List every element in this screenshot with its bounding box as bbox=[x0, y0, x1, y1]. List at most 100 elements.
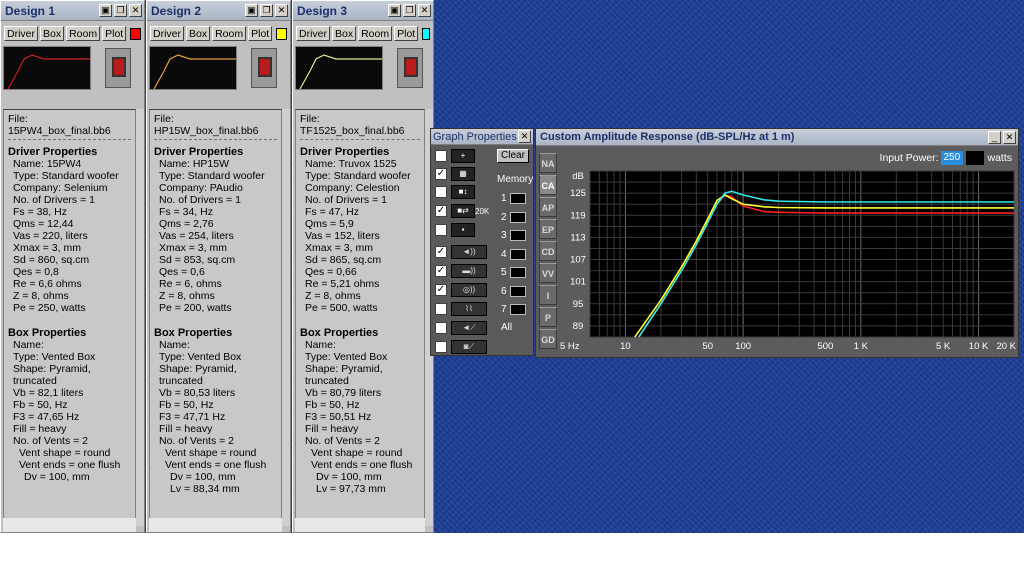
tab-gd[interactable]: GD bbox=[539, 329, 557, 349]
memory-slot-box[interactable] bbox=[509, 211, 526, 223]
vent-property: Dv = 100, mm bbox=[24, 471, 90, 483]
tab-p[interactable]: P bbox=[539, 307, 557, 327]
tab-cd[interactable]: CD bbox=[539, 241, 557, 261]
graph-option-row: ▪ bbox=[435, 223, 475, 237]
copy-icon[interactable]: ❐ bbox=[260, 4, 273, 17]
driver-property: Sd = 865, sq.cm bbox=[305, 254, 382, 266]
close-icon[interactable]: ✕ bbox=[1003, 130, 1016, 144]
save-icon[interactable]: ▣ bbox=[245, 4, 258, 17]
minimize-icon[interactable]: _ bbox=[988, 130, 1001, 144]
memory-slot-box[interactable] bbox=[509, 230, 526, 241]
design-tabs: Driver Box Room Plot bbox=[293, 21, 433, 44]
input-power-unit: watts bbox=[987, 152, 1012, 164]
vent-property: Vent ends = one flush bbox=[165, 459, 267, 471]
all-memory-button[interactable]: All bbox=[501, 322, 512, 333]
tab-ep[interactable]: EP bbox=[539, 219, 557, 239]
tab-room[interactable]: Room bbox=[358, 26, 393, 41]
box-properties-heading: Box Properties bbox=[8, 327, 87, 339]
tab-plot[interactable]: Plot bbox=[394, 26, 419, 41]
save-icon[interactable]: ▣ bbox=[388, 4, 401, 17]
memory-slot[interactable]: 6 bbox=[501, 285, 526, 297]
design-window-3: Design 3 ▣ ❐ ✕ Driver Box Room Plot File: T… bbox=[292, 0, 434, 533]
memory-slot[interactable]: 3 bbox=[501, 230, 526, 241]
response-thumbnail[interactable] bbox=[3, 46, 91, 90]
graph-option-checkbox[interactable]: ✓ bbox=[435, 168, 447, 180]
design-titlebar[interactable]: Design 3 ▣ ❐ ✕ bbox=[293, 1, 433, 21]
graph-option-checkbox[interactable] bbox=[435, 341, 447, 353]
response-thumbnail[interactable] bbox=[295, 46, 383, 90]
box-property: Type: Vented Box bbox=[305, 351, 388, 363]
memory-slot-box[interactable] bbox=[509, 248, 526, 260]
copy-icon[interactable]: ❐ bbox=[403, 4, 416, 17]
tab-driver[interactable]: Driver bbox=[150, 26, 184, 41]
plot-color-swatch[interactable] bbox=[422, 27, 430, 40]
driver-property: Qms = 2,76 bbox=[159, 218, 214, 230]
tab-i[interactable]: I bbox=[539, 285, 557, 305]
amplitude-response-titlebar[interactable]: Custom Amplitude Response (dB-SPL/Hz at … bbox=[536, 129, 1018, 146]
input-power-spinner[interactable] bbox=[966, 151, 985, 165]
tab-plot[interactable]: Plot bbox=[102, 26, 127, 41]
save-icon[interactable]: ▣ bbox=[99, 4, 112, 17]
design-tabs: Driver Box Room Plot bbox=[147, 21, 290, 44]
tab-box[interactable]: Box bbox=[332, 26, 357, 41]
plot-color-swatch[interactable] bbox=[130, 27, 141, 40]
tab-room[interactable]: Room bbox=[66, 26, 101, 41]
speaker-icon[interactable] bbox=[251, 48, 277, 88]
memory-slot-box[interactable] bbox=[509, 267, 526, 278]
input-power-field[interactable]: 250 bbox=[941, 151, 964, 165]
close-icon[interactable]: ✕ bbox=[275, 4, 288, 17]
driver-property: Z = 8, ohms bbox=[159, 290, 215, 302]
tab-box[interactable]: Box bbox=[186, 26, 211, 41]
tab-driver[interactable]: Driver bbox=[4, 26, 38, 41]
graph-option-checkbox[interactable] bbox=[435, 150, 447, 162]
graph-option-checkbox[interactable] bbox=[435, 322, 447, 334]
vent-velocity-icon: ◎)) bbox=[451, 283, 487, 297]
copy-icon[interactable]: ❐ bbox=[114, 4, 127, 17]
box-property: Name: bbox=[159, 339, 190, 351]
design-titlebar[interactable]: Design 2 ▣ ❐ ✕ bbox=[147, 1, 290, 21]
vertical-scrollbar[interactable] bbox=[136, 109, 144, 526]
tab-room[interactable]: Room bbox=[212, 26, 247, 41]
graph-properties-titlebar[interactable]: Graph Properties ✕ bbox=[431, 129, 533, 145]
design-titlebar[interactable]: Design 1 ▣ ❐ ✕ bbox=[1, 1, 144, 21]
box-property: Type: Vented Box bbox=[159, 351, 242, 363]
tab-box[interactable]: Box bbox=[40, 26, 65, 41]
design-thumbnails bbox=[147, 44, 290, 92]
vertical-scrollbar[interactable] bbox=[282, 109, 290, 526]
tab-ca[interactable]: CA bbox=[539, 175, 557, 195]
close-icon[interactable]: ✕ bbox=[418, 4, 431, 17]
close-icon[interactable]: ✕ bbox=[129, 4, 142, 17]
memory-slot[interactable]: 4 bbox=[501, 248, 526, 260]
tab-ap[interactable]: AP bbox=[539, 197, 557, 217]
speaker-icon[interactable] bbox=[397, 48, 423, 88]
memory-slot-box[interactable] bbox=[509, 285, 526, 297]
graph-option-checkbox[interactable]: ✓ bbox=[435, 284, 447, 296]
graph-option-checkbox[interactable]: ✓ bbox=[435, 265, 447, 277]
tab-driver[interactable]: Driver bbox=[296, 26, 330, 41]
response-thumbnail[interactable] bbox=[149, 46, 237, 90]
tab-na[interactable]: NA bbox=[539, 153, 557, 173]
graph-option-checkbox[interactable]: ✓ bbox=[435, 246, 447, 258]
box-property: Shape: Pyramid, truncated bbox=[305, 363, 383, 387]
memory-slot[interactable]: 5 bbox=[501, 267, 526, 278]
box-property: Fb = 50, Hz bbox=[159, 399, 214, 411]
tab-vv[interactable]: VV bbox=[539, 263, 557, 283]
memory-slot-box[interactable] bbox=[509, 304, 526, 315]
graph-option-checkbox[interactable]: ✓ bbox=[435, 205, 447, 217]
speaker-icon[interactable] bbox=[105, 48, 131, 88]
memory-slot-box[interactable] bbox=[509, 193, 526, 204]
memory-slot[interactable]: 2 bbox=[501, 211, 526, 223]
memory-slot[interactable]: 1 bbox=[501, 193, 526, 204]
graph-option-row: ✓ ◎)) bbox=[435, 283, 487, 297]
memory-slot[interactable]: 7 bbox=[501, 304, 526, 315]
tab-plot[interactable]: Plot bbox=[248, 26, 273, 41]
graph-option-checkbox[interactable] bbox=[435, 186, 447, 198]
memory-label: Memory bbox=[497, 174, 534, 185]
graph-option-row: ✓ ◄)) bbox=[435, 245, 487, 259]
driver-property: Pe = 250, watts bbox=[13, 302, 86, 314]
graph-option-checkbox[interactable] bbox=[435, 224, 447, 236]
plot-color-swatch[interactable] bbox=[276, 27, 287, 40]
clear-button[interactable]: Clear bbox=[497, 149, 529, 163]
graph-option-checkbox[interactable] bbox=[435, 303, 447, 315]
close-icon[interactable]: ✕ bbox=[518, 130, 531, 143]
